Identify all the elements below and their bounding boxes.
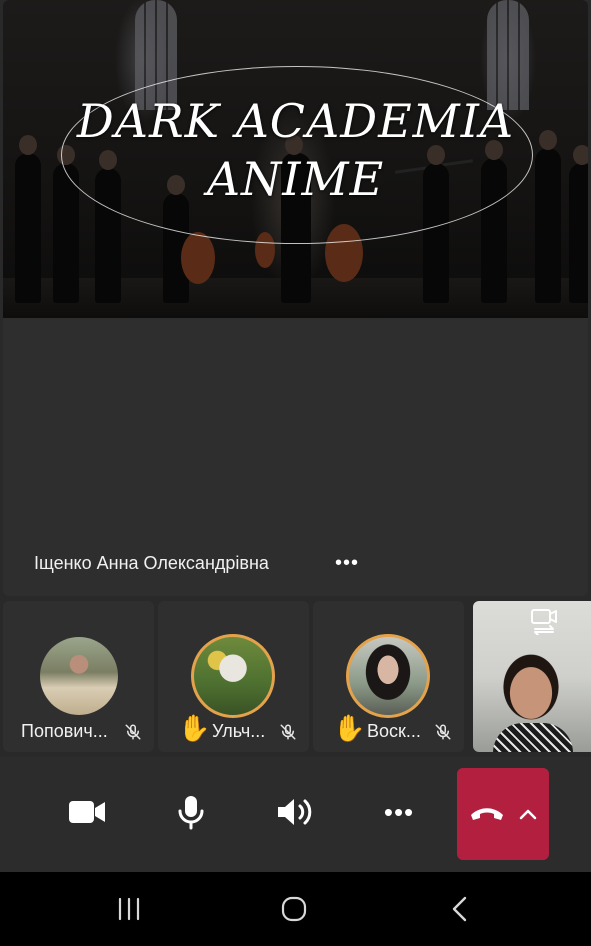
raised-hand-icon: ✋	[178, 713, 211, 743]
shared-title-line-2: ANIME	[206, 152, 385, 206]
presenter-tile[interactable]: DARK ACADEMIA ANIME Іщенко Анна Олександ…	[3, 0, 588, 596]
participant-name: Ульч...	[212, 721, 266, 741]
speaker-icon	[278, 799, 312, 825]
end-call-button[interactable]	[457, 768, 549, 860]
avatar	[346, 634, 430, 718]
participant-tile[interactable]: ✋ Ульч...	[158, 601, 309, 752]
self-view-person	[493, 723, 573, 752]
video-camera-icon	[69, 801, 105, 823]
hang-up-icon	[471, 808, 503, 820]
microphone-toggle-button[interactable]	[166, 787, 216, 837]
presenter-more-button[interactable]: •••	[335, 552, 359, 575]
raised-hand-icon: ✋	[333, 713, 366, 743]
avatar	[191, 634, 275, 718]
call-controls-bar: •••	[0, 757, 591, 872]
recent-apps-icon[interactable]	[114, 894, 144, 924]
back-icon[interactable]	[446, 894, 476, 924]
mic-off-icon	[435, 724, 451, 740]
shared-screen-content: DARK ACADEMIA ANIME	[3, 0, 588, 318]
cello	[181, 232, 215, 284]
participant-name: Воск...	[367, 721, 421, 741]
speaker-button[interactable]	[270, 787, 320, 837]
shared-title-line-1: DARK ACADEMIA	[76, 94, 515, 148]
avatar	[40, 637, 118, 715]
mic-off-icon	[280, 724, 296, 740]
microphone-icon	[178, 796, 204, 830]
shared-title: DARK ACADEMIA ANIME	[3, 92, 588, 208]
more-dots-icon: •••	[383, 796, 415, 827]
self-view-video[interactable]	[473, 601, 591, 752]
home-icon[interactable]	[279, 894, 309, 924]
participant-tile[interactable]: Попович...	[3, 601, 154, 752]
more-options-button[interactable]: •••	[374, 787, 424, 837]
chevron-up-icon[interactable]	[519, 808, 537, 820]
switch-camera-icon[interactable]	[529, 607, 561, 635]
presenter-name: Іщенко Анна Олександрівна	[34, 553, 269, 573]
participant-name: Попович...	[21, 721, 108, 741]
system-navigation-bar	[0, 872, 591, 946]
camera-toggle-button[interactable]	[62, 787, 112, 837]
mic-off-icon	[125, 724, 141, 740]
participant-tile[interactable]: ✋ Воск...	[313, 601, 464, 752]
